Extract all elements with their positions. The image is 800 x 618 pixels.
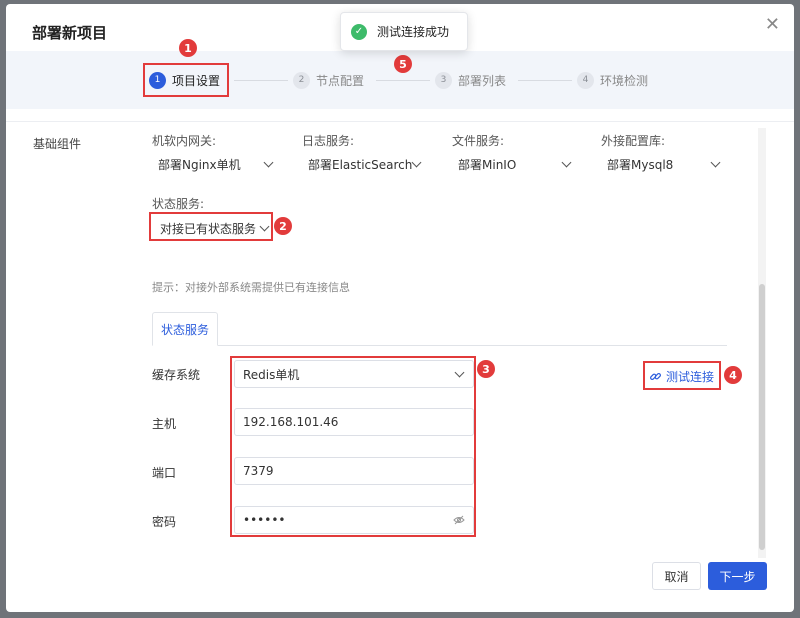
chevron-down-icon — [263, 157, 274, 167]
log-service-value: 部署ElasticSearch — [308, 157, 413, 172]
log-service-label: 日志服务: — [302, 134, 355, 148]
close-icon[interactable]: ✕ — [765, 16, 780, 34]
step-connector — [234, 80, 288, 81]
check-circle-icon: ✓ — [351, 23, 367, 40]
state-service-label: 状态服务: — [152, 197, 205, 211]
annotation-box-2 — [149, 212, 273, 241]
config-db-value: 部署Mysql8 — [607, 157, 674, 172]
host-label: 主机 — [152, 417, 177, 431]
section-label: 基础组件 — [33, 137, 82, 151]
chevron-down-icon — [561, 157, 572, 167]
step-connector — [376, 80, 430, 81]
gateway-select[interactable]: 部署Nginx单机 — [158, 154, 274, 174]
file-service-label: 文件服务: — [452, 134, 505, 148]
next-step-button[interactable]: 下一步 — [708, 562, 767, 590]
port-label: 端口 — [152, 466, 177, 480]
step-number: 2 — [293, 71, 310, 89]
config-db-label: 外接配置库: — [601, 134, 666, 148]
annotation-marker-4: 4 — [724, 366, 742, 384]
annotation-marker-5: 5 — [394, 55, 412, 73]
config-db-select[interactable]: 部署Mysql8 — [607, 154, 721, 174]
file-service-value: 部署MinIO — [458, 157, 517, 172]
chevron-down-icon — [411, 157, 422, 167]
gateway-label: 机软内网关: — [152, 134, 217, 148]
annotation-box-3 — [230, 356, 476, 537]
gateway-value: 部署Nginx单机 — [158, 157, 241, 172]
cancel-button[interactable]: 取消 — [652, 562, 701, 590]
scrollbar-thumb[interactable] — [759, 284, 765, 550]
annotation-marker-2: 2 — [274, 217, 292, 235]
annotation-marker-1: 1 — [179, 39, 197, 57]
cache-label: 缓存系统 — [152, 368, 201, 382]
header-divider — [6, 121, 794, 122]
step-deploy-list[interactable]: 3 部署列表 — [435, 66, 506, 94]
file-service-select[interactable]: 部署MinIO — [458, 154, 572, 174]
annotation-marker-3: 3 — [477, 360, 495, 378]
annotation-box-1 — [143, 63, 229, 97]
tab-divider — [152, 345, 727, 346]
tab-state-service[interactable]: 状态服务 — [152, 312, 218, 346]
step-number: 4 — [577, 71, 594, 89]
step-label: 环境检测 — [600, 73, 649, 88]
step-number: 3 — [435, 71, 452, 89]
step-connector — [518, 80, 572, 81]
toast-message: 测试连接成功 — [377, 25, 450, 39]
step-node-config[interactable]: 2 节点配置 — [293, 66, 364, 94]
deploy-dialog: 部署新项目 ✕ 1 项目设置 2 节点配置 3 部署列表 4 环境检测 基础组件… — [6, 4, 794, 612]
annotation-box-4 — [643, 361, 721, 390]
step-label: 部署列表 — [458, 73, 507, 88]
password-label: 密码 — [152, 515, 177, 529]
log-service-select[interactable]: 部署ElasticSearch — [308, 154, 422, 174]
dialog-title: 部署新项目 — [32, 24, 108, 42]
success-toast: ✓ 测试连接成功 — [340, 12, 468, 51]
step-env-check[interactable]: 4 环境检测 — [577, 66, 648, 94]
hint-text: 提示：对接外部系统需提供已有连接信息 — [152, 281, 350, 294]
chevron-down-icon — [710, 157, 721, 167]
step-label: 节点配置 — [316, 73, 365, 88]
